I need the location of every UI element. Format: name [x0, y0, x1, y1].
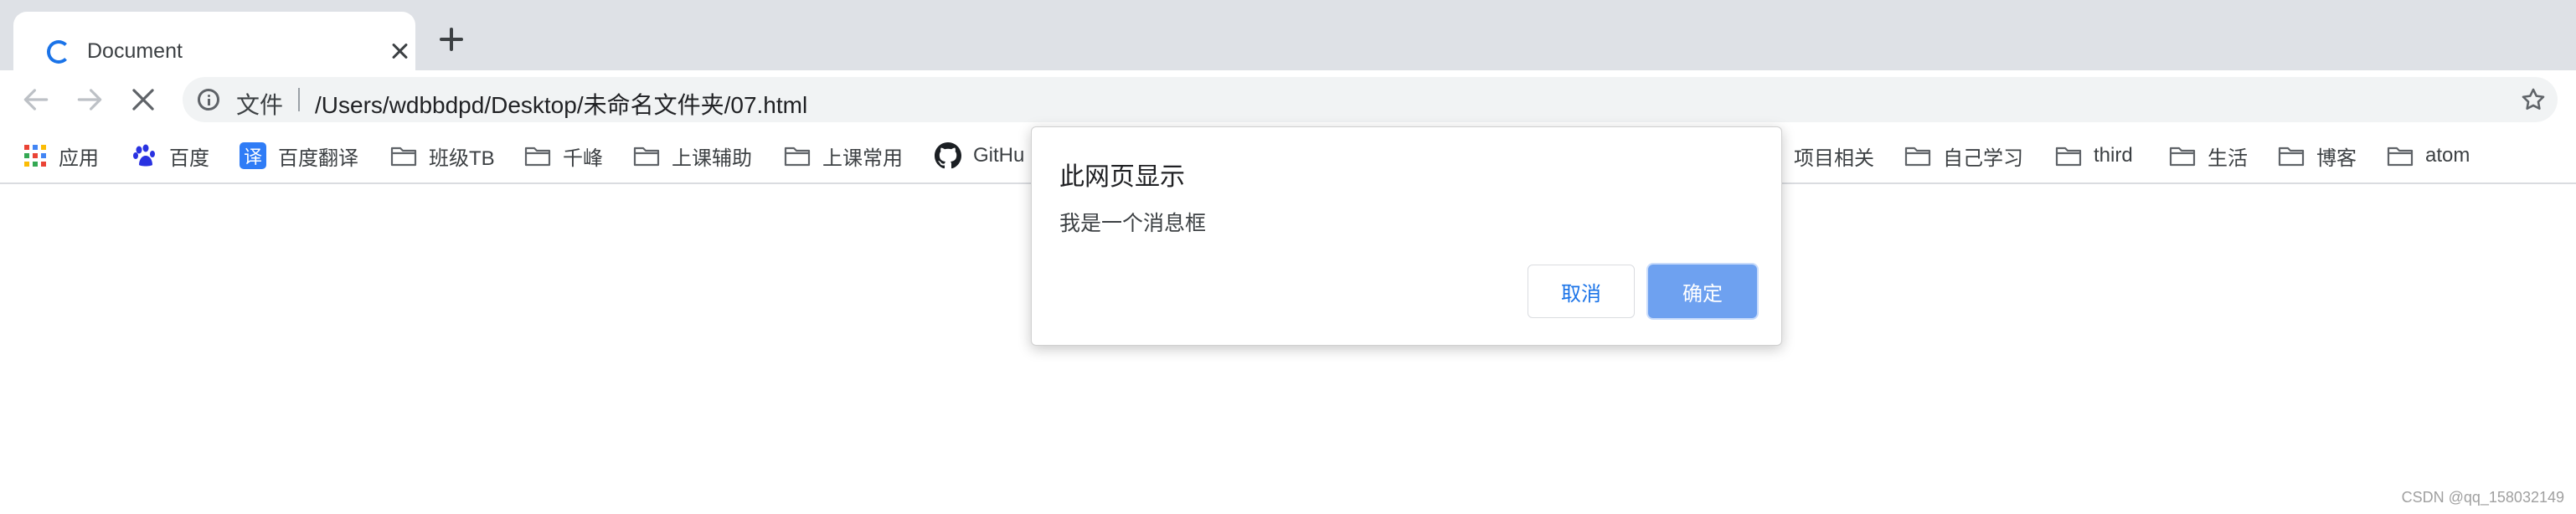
bookmark-label: 百度翻译 [278, 146, 358, 170]
bookmark-folder-boke[interactable]: 博客 [2278, 139, 2357, 172]
dialog-message: 我是一个消息框 [1059, 212, 1207, 235]
address-bar[interactable]: 文件 /Users/wdbbdpd/Desktop/未命名文件夹/07.html [183, 77, 2558, 122]
bookmark-apps[interactable]: 应用 [23, 139, 99, 172]
ok-button[interactable]: 确定 [1648, 265, 1757, 318]
translate-icon: 译 [240, 142, 266, 169]
bookmark-folder-qianfeng[interactable]: 千峰 [524, 139, 603, 172]
loading-spinner-icon [47, 40, 70, 64]
folder-icon [1904, 146, 1931, 167]
dialog-title: 此网页显示 [1059, 163, 1185, 191]
folder-icon [2387, 146, 2414, 167]
baidu-paw-icon [133, 144, 155, 167]
bookmark-folder-ziji-xuexi[interactable]: 自己学习 [1904, 139, 2023, 172]
tab-document[interactable]: Document [13, 12, 415, 70]
bookmark-label: third [2094, 144, 2133, 167]
bookmark-folder-shangke-fuzhu[interactable]: 上课辅助 [633, 139, 752, 172]
bookmark-label: GitHu [973, 144, 1025, 167]
bookmark-label: 自己学习 [1943, 146, 2023, 170]
forward-arrow-icon[interactable] [74, 84, 106, 116]
bookmark-label: atom [2425, 144, 2470, 167]
back-arrow-icon[interactable] [20, 84, 52, 116]
bookmark-label: 项目相关 [1794, 146, 1874, 170]
bookmark-baidu[interactable]: 百度 [132, 139, 209, 172]
bookmark-label: 生活 [2208, 146, 2248, 170]
bookmark-folder-xiangmu[interactable]: 项目相关 [1794, 139, 1874, 172]
bookmark-label: 上课辅助 [672, 146, 752, 170]
omnibox-divider [298, 88, 300, 111]
watermark: CSDN @qq_158032149 [2401, 489, 2564, 506]
bookmark-label: 班级TB [429, 146, 495, 170]
bookmark-folder-shangke-changyong[interactable]: 上课常用 [784, 139, 903, 172]
bookmark-folder-banjitb[interactable]: 班级TB [390, 139, 495, 172]
close-tab-icon[interactable] [387, 39, 412, 64]
alert-dialog: 此网页显示 我是一个消息框 取消 确定 [1031, 126, 1782, 346]
folder-icon [2055, 146, 2082, 167]
bookmark-label: 博客 [2316, 146, 2357, 170]
bookmark-folder-third[interactable]: third [2055, 139, 2133, 172]
folder-icon [784, 146, 811, 167]
github-icon [935, 142, 961, 169]
folder-icon [2278, 146, 2305, 167]
folder-icon [390, 146, 417, 167]
bookmark-baidu-translate[interactable]: 译 百度翻译 [240, 139, 358, 172]
bookmark-github[interactable]: GitHu [935, 139, 1024, 172]
bookmark-label: 上课常用 [822, 146, 903, 170]
folder-icon [2169, 146, 2196, 167]
scheme-label: 文件 [236, 92, 284, 118]
tab-title: Document [87, 39, 183, 63]
tab-strip: Document [0, 0, 2576, 70]
stop-loading-icon[interactable] [127, 84, 159, 116]
bookmark-label: 百度 [169, 146, 209, 170]
bookmark-star-icon[interactable] [2519, 85, 2548, 114]
folder-icon [524, 146, 551, 167]
folder-icon [633, 146, 660, 167]
cancel-button[interactable]: 取消 [1528, 265, 1635, 318]
toolbar: 文件 /Users/wdbbdpd/Desktop/未命名文件夹/07.html [0, 70, 2576, 129]
apps-grid-icon [24, 145, 46, 167]
info-icon[interactable] [198, 89, 219, 111]
bookmark-label: 千峰 [563, 146, 603, 170]
bookmark-label: 应用 [59, 146, 99, 170]
bookmark-folder-shenghuo[interactable]: 生活 [2169, 139, 2248, 172]
new-tab-icon[interactable] [439, 27, 464, 52]
url-text[interactable]: /Users/wdbbdpd/Desktop/未命名文件夹/07.html [315, 87, 807, 121]
bookmark-folder-atom[interactable]: atom [2387, 139, 2470, 172]
